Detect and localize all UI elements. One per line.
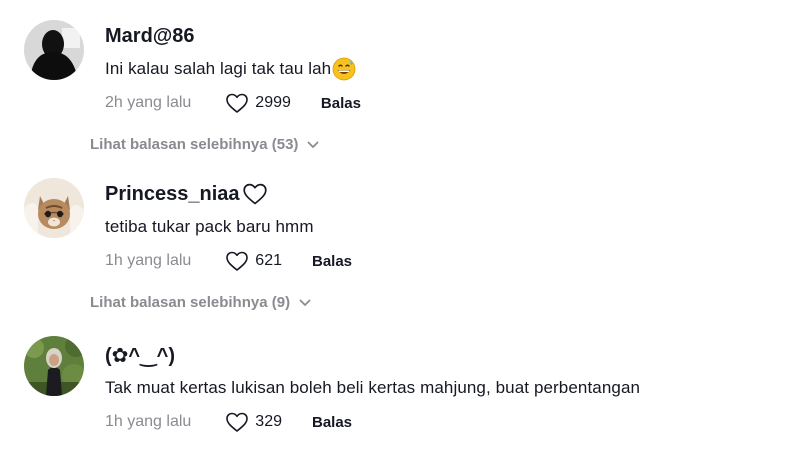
grinning-sweat-emoji (332, 57, 356, 81)
timestamp: 2h yang lalu (105, 94, 192, 111)
like-count: 329 (255, 413, 282, 430)
comment-meta: 1h yang lalu 621 Balas (105, 249, 352, 273)
avatar[interactable] (24, 178, 84, 238)
like-button[interactable]: 2999 (225, 92, 291, 114)
reply-button[interactable]: Balas (321, 95, 361, 112)
silhouette-avatar (24, 20, 84, 80)
heart-outline-icon (226, 251, 249, 271)
username[interactable]: (✿^‿^) (105, 342, 640, 368)
heart-outline-icon (226, 412, 249, 432)
view-more-replies-button[interactable]: Lihat balasan selebihnya (9) (90, 294, 311, 311)
chevron-down-icon (308, 141, 319, 148)
comment-text: tetiba tukar pack baru hmm (105, 217, 314, 236)
comment-meta: 2h yang lalu 2999 Balas (105, 91, 361, 115)
avatar[interactable] (24, 336, 84, 396)
person-hijab-avatar (24, 336, 84, 396)
view-more-replies-button[interactable]: Lihat balasan selebihnya (53) (90, 136, 319, 153)
like-button[interactable]: 329 (225, 411, 282, 433)
heart-outline-icon (226, 93, 249, 113)
comment-text: Ini kalau salah lagi tak tau lah (105, 57, 361, 81)
username[interactable]: Princess_niaa (105, 181, 352, 207)
avatar[interactable] (24, 20, 84, 80)
comment-meta: 1h yang lalu 329 Balas (105, 410, 640, 434)
kitten-avatar (24, 178, 84, 238)
like-button[interactable]: 621 (225, 250, 282, 272)
timestamp: 1h yang lalu (105, 252, 192, 269)
chevron-down-icon (299, 299, 311, 306)
like-count: 621 (255, 252, 282, 269)
heart-outline-icon (242, 182, 268, 206)
timestamp: 1h yang lalu (105, 413, 192, 430)
comment-text: Tak muat kertas lukisan boleh beli kerta… (105, 378, 641, 397)
reply-button[interactable]: Balas (312, 253, 352, 270)
username[interactable]: Mard@86 (105, 23, 361, 49)
reply-button[interactable]: Balas (312, 414, 352, 431)
like-count: 2999 (255, 94, 291, 111)
